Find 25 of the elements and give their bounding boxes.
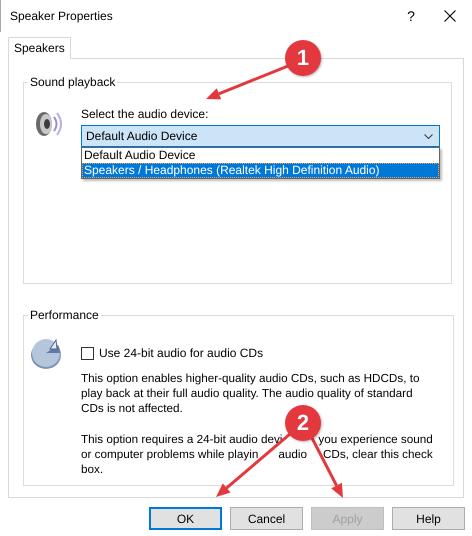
prompt-label: Select the audio device: (81, 107, 210, 121)
device-dropdown[interactable]: Default Audio Device (81, 125, 440, 147)
step-badge: 1 (285, 40, 321, 76)
chevron-icon (424, 134, 433, 138)
help-button[interactable]: ? (388, 8, 434, 24)
description-text: or computer problems while playin (81, 447, 258, 462)
window-title: Speaker Properties (10, 9, 114, 23)
description-text: CDs, clear this check (322, 447, 433, 462)
group-title: Performance (29, 308, 100, 322)
dropdown-option[interactable]: Default Audio Device (82, 148, 439, 163)
close-icon[interactable] (444, 10, 456, 22)
dropdown-option[interactable]: Speakers / Headphones (Realtek High Definition Audio) (82, 163, 439, 178)
disc-icon (30, 336, 64, 370)
description-text: This option enables higher-quality audio CDs, such as HDCDs, to (81, 371, 420, 386)
description-text: you experience sound (318, 432, 433, 447)
audio-checkbox[interactable]: Use 24-bit audio for audio CDs (81, 346, 443, 360)
tab[interactable]: Speakers (8, 37, 71, 59)
description-text: play back at their full audio quality. The audio quality of standard (81, 386, 413, 401)
dialog-button[interactable]: OK (149, 507, 222, 530)
dialog-button[interactable]: Help (392, 507, 465, 530)
description-text: box. (81, 462, 104, 477)
description-text: audio (278, 447, 307, 462)
dialog-button[interactable]: Cancel (230, 507, 303, 530)
description-text: CDs is not affected. (81, 401, 183, 416)
group-title: Sound playback (29, 75, 116, 89)
